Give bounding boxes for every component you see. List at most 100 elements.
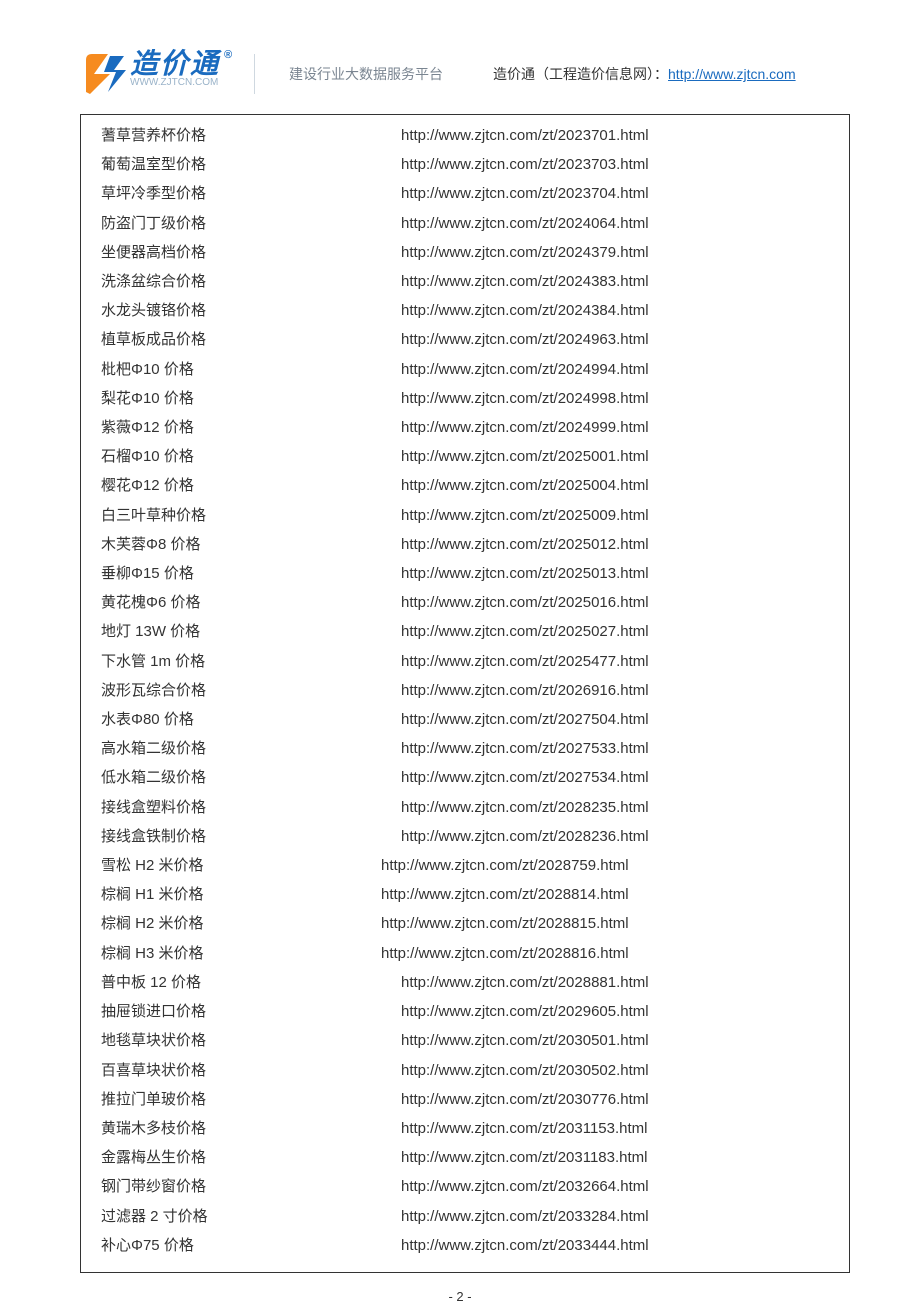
item-url[interactable]: http://www.zjtcn.com/zt/2033284.html [401,1202,649,1231]
item-name: 蓍草营养杯价格 [101,121,401,150]
table-row: 石榴Φ10 价格http://www.zjtcn.com/zt/2025001.… [101,442,839,471]
site-link-label: 造价通（工程造价信息网）：http://www.zjtcn.com [493,64,796,84]
item-name: 黄花槐Φ6 价格 [101,588,401,617]
divider [254,54,255,94]
site-link[interactable]: http://www.zjtcn.com [668,66,796,82]
item-url[interactable]: http://www.zjtcn.com/zt/2027533.html [401,734,649,763]
logo: 造价通® WWW.ZJTCN.COM [80,50,220,98]
item-url[interactable]: http://www.zjtcn.com/zt/2024963.html [401,325,649,354]
item-name: 水表Φ80 价格 [101,705,401,734]
item-name: 防盗门丁级价格 [101,209,401,238]
item-url[interactable]: http://www.zjtcn.com/zt/2028816.html [381,939,629,968]
logo-icon [80,50,128,98]
item-name: 樱花Φ12 价格 [101,471,401,500]
item-url[interactable]: http://www.zjtcn.com/zt/2024994.html [401,355,649,384]
item-name: 金露梅丛生价格 [101,1143,401,1172]
item-name: 棕榈 H1 米价格 [101,880,381,909]
item-url[interactable]: http://www.zjtcn.com/zt/2028881.html [401,968,649,997]
table-row: 普中板 12 价格http://www.zjtcn.com/zt/2028881… [101,968,839,997]
table-row: 防盗门丁级价格http://www.zjtcn.com/zt/2024064.h… [101,209,839,238]
table-row: 低水箱二级价格http://www.zjtcn.com/zt/2027534.h… [101,763,839,792]
item-name: 雪松 H2 米价格 [101,851,381,880]
table-row: 接线盒铁制价格http://www.zjtcn.com/zt/2028236.h… [101,822,839,851]
table-row: 枇杷Φ10 价格http://www.zjtcn.com/zt/2024994.… [101,355,839,384]
table-row: 地灯 13W 价格http://www.zjtcn.com/zt/2025027… [101,617,839,646]
item-name: 接线盒铁制价格 [101,822,401,851]
item-url[interactable]: http://www.zjtcn.com/zt/2030501.html [401,1026,649,1055]
table-row: 钢门带纱窗价格http://www.zjtcn.com/zt/2032664.h… [101,1172,839,1201]
item-url[interactable]: http://www.zjtcn.com/zt/2029605.html [401,997,649,1026]
item-url[interactable]: http://www.zjtcn.com/zt/2024383.html [401,267,649,296]
item-url[interactable]: http://www.zjtcn.com/zt/2030776.html [401,1085,649,1114]
item-url[interactable]: http://www.zjtcn.com/zt/2031153.html [401,1114,648,1143]
item-name: 高水箱二级价格 [101,734,401,763]
site-label: 造价通（工程造价信息网）： [493,66,668,82]
item-name: 百喜草块状价格 [101,1056,401,1085]
item-url[interactable]: http://www.zjtcn.com/zt/2028759.html [381,851,629,880]
table-row: 地毯草块状价格http://www.zjtcn.com/zt/2030501.h… [101,1026,839,1055]
item-url[interactable]: http://www.zjtcn.com/zt/2025027.html [401,617,649,646]
table-row: 蓍草营养杯价格http://www.zjtcn.com/zt/2023701.h… [101,121,839,150]
table-row: 植草板成品价格http://www.zjtcn.com/zt/2024963.h… [101,325,839,354]
item-url[interactable]: http://www.zjtcn.com/zt/2028236.html [401,822,649,851]
item-name: 水龙头镀铬价格 [101,296,401,325]
item-name: 棕榈 H3 米价格 [101,939,381,968]
table-row: 白三叶草种价格http://www.zjtcn.com/zt/2025009.h… [101,501,839,530]
item-name: 接线盒塑料价格 [101,793,401,822]
table-row: 波形瓦综合价格http://www.zjtcn.com/zt/2026916.h… [101,676,839,705]
table-row: 雪松 H2 米价格http://www.zjtcn.com/zt/2028759… [101,851,839,880]
item-name: 地毯草块状价格 [101,1026,401,1055]
item-url[interactable]: http://www.zjtcn.com/zt/2025477.html [401,647,649,676]
item-name: 下水管 1m 价格 [101,647,401,676]
tagline: 建设行业大数据服务平台 [289,64,443,84]
item-url[interactable]: http://www.zjtcn.com/zt/2024998.html [401,384,649,413]
item-name: 低水箱二级价格 [101,763,401,792]
logo-subtitle: WWW.ZJTCN.COM [130,78,218,88]
item-url[interactable]: http://www.zjtcn.com/zt/2025004.html [401,471,649,500]
table-row: 棕榈 H3 米价格http://www.zjtcn.com/zt/2028816… [101,939,839,968]
item-url[interactable]: http://www.zjtcn.com/zt/2027534.html [401,763,649,792]
item-name: 坐便器高档价格 [101,238,401,267]
table-row: 补心Φ75 价格http://www.zjtcn.com/zt/2033444.… [101,1231,839,1260]
item-name: 石榴Φ10 价格 [101,442,401,471]
item-url[interactable]: http://www.zjtcn.com/zt/2027504.html [401,705,649,734]
item-url[interactable]: http://www.zjtcn.com/zt/2025016.html [401,588,649,617]
item-url[interactable]: http://www.zjtcn.com/zt/2023703.html [401,150,649,179]
item-url[interactable]: http://www.zjtcn.com/zt/2033444.html [401,1231,649,1260]
item-url[interactable]: http://www.zjtcn.com/zt/2023701.html [401,121,649,150]
item-url[interactable]: http://www.zjtcn.com/zt/2025013.html [401,559,649,588]
item-url[interactable]: http://www.zjtcn.com/zt/2028815.html [381,909,629,938]
item-url[interactable]: http://www.zjtcn.com/zt/2023704.html [401,179,649,208]
item-name: 垂柳Φ15 价格 [101,559,401,588]
item-url[interactable]: http://www.zjtcn.com/zt/2026916.html [401,676,649,705]
item-name: 棕榈 H2 米价格 [101,909,381,938]
item-url[interactable]: http://www.zjtcn.com/zt/2024384.html [401,296,649,325]
item-url[interactable]: http://www.zjtcn.com/zt/2028814.html [381,880,629,909]
item-url[interactable]: http://www.zjtcn.com/zt/2031183.html [401,1143,648,1172]
item-url[interactable]: http://www.zjtcn.com/zt/2030502.html [401,1056,649,1085]
item-url[interactable]: http://www.zjtcn.com/zt/2028235.html [401,793,649,822]
table-row: 樱花Φ12 价格http://www.zjtcn.com/zt/2025004.… [101,471,839,500]
item-url[interactable]: http://www.zjtcn.com/zt/2024064.html [401,209,649,238]
item-name: 白三叶草种价格 [101,501,401,530]
item-url[interactable]: http://www.zjtcn.com/zt/2025012.html [401,530,649,559]
item-url[interactable]: http://www.zjtcn.com/zt/2024999.html [401,413,649,442]
item-name: 葡萄温室型价格 [101,150,401,179]
page-header: 造价通® WWW.ZJTCN.COM 建设行业大数据服务平台 造价通（工程造价信… [0,0,920,108]
table-row: 水龙头镀铬价格http://www.zjtcn.com/zt/2024384.h… [101,296,839,325]
table-row: 下水管 1m 价格http://www.zjtcn.com/zt/2025477… [101,647,839,676]
table-row: 金露梅丛生价格http://www.zjtcn.com/zt/2031183.h… [101,1143,839,1172]
table-row: 水表Φ80 价格http://www.zjtcn.com/zt/2027504.… [101,705,839,734]
table-row: 洗涤盆综合价格http://www.zjtcn.com/zt/2024383.h… [101,267,839,296]
table-row: 葡萄温室型价格http://www.zjtcn.com/zt/2023703.h… [101,150,839,179]
item-url[interactable]: http://www.zjtcn.com/zt/2025001.html [401,442,649,471]
item-url[interactable]: http://www.zjtcn.com/zt/2024379.html [401,238,649,267]
table-row: 垂柳Φ15 价格http://www.zjtcn.com/zt/2025013.… [101,559,839,588]
table-row: 黄花槐Φ6 价格http://www.zjtcn.com/zt/2025016.… [101,588,839,617]
table-row: 高水箱二级价格http://www.zjtcn.com/zt/2027533.h… [101,734,839,763]
item-name: 推拉门单玻价格 [101,1085,401,1114]
item-url[interactable]: http://www.zjtcn.com/zt/2032664.html [401,1172,649,1201]
item-url[interactable]: http://www.zjtcn.com/zt/2025009.html [401,501,649,530]
table-row: 棕榈 H2 米价格http://www.zjtcn.com/zt/2028815… [101,909,839,938]
registered-icon: ® [224,50,234,61]
